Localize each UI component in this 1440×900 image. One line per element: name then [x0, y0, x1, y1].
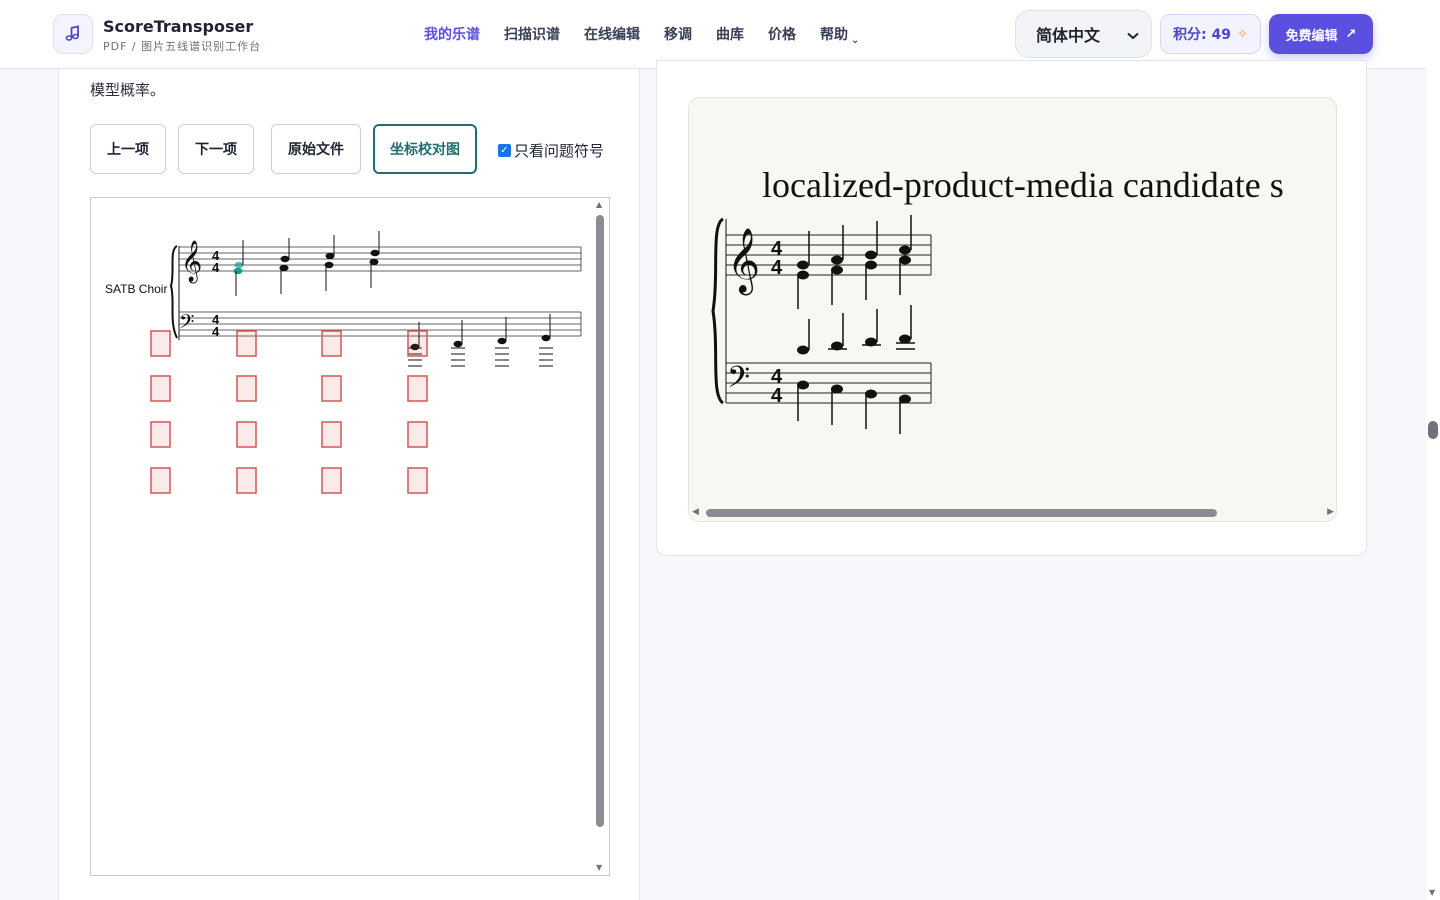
viewer-scroll-thumb[interactable]	[596, 215, 604, 827]
language-value: 简体中文	[1036, 26, 1101, 45]
page-scroll-thumb[interactable]	[1428, 421, 1438, 439]
chevron-down-icon	[1127, 25, 1139, 44]
credits-badge[interactable]: 积分: 49 ✧	[1160, 14, 1261, 54]
bass-time-sig-bottom: 4	[771, 385, 783, 407]
brand-name[interactable]: ScoreTransposer	[103, 17, 253, 36]
next-item-button[interactable]: 下一项	[178, 124, 254, 174]
issue-marker[interactable]	[321, 375, 342, 402]
scroll-down-icon[interactable]: ▼	[1429, 888, 1435, 897]
issue-marker[interactable]	[321, 421, 342, 448]
issue-marker[interactable]	[321, 467, 342, 494]
issue-marker[interactable]	[407, 421, 428, 448]
preview-score: 𝄞 4 4 𝄢 4 4	[711, 215, 932, 434]
nav-my-scores[interactable]: 我的乐谱	[424, 24, 480, 44]
preview-scroll-thumb[interactable]	[706, 509, 1217, 517]
bass-clef-icon: 𝄢	[727, 360, 750, 401]
nav-help[interactable]: 帮助 ⌄	[820, 24, 860, 46]
brand-subtitle: PDF / 图片五线谱识别工作台	[103, 40, 262, 53]
scroll-up-icon[interactable]: ▲	[596, 200, 602, 209]
overlay-viewer[interactable]: SATB Choir 𝄞 4 4 𝄢 4 4 ▲ ▼	[90, 197, 610, 876]
scroll-right-icon[interactable]: ▶	[1327, 507, 1334, 517]
issue-marker[interactable]	[236, 330, 257, 357]
top-navbar: ScoreTransposer PDF / 图片五线谱识别工作台 我的乐谱 扫描…	[0, 0, 1426, 69]
music-note-icon[interactable]	[53, 14, 93, 54]
nav-transpose[interactable]: 移调	[664, 24, 692, 44]
treble-notes	[233, 231, 380, 296]
issue-marker[interactable]	[321, 330, 342, 357]
score-preview[interactable]: localized-product-media candidate s 𝄞 4 …	[688, 97, 1337, 522]
nav-online-edit[interactable]: 在线编辑	[584, 24, 640, 44]
issue-marker[interactable]	[236, 421, 257, 448]
chevron-down-icon: ⌄	[851, 35, 860, 46]
viewer-scrollbar[interactable]: ▲ ▼	[593, 199, 607, 874]
left-panel: 模型概率。 上一项 下一项 原始文件 坐标校对图 ✓ 只看问题符号 SATB C…	[58, 69, 640, 900]
scroll-left-icon[interactable]: ◀	[692, 507, 699, 517]
issue-markers[interactable]	[150, 330, 428, 494]
original-file-button[interactable]: 原始文件	[271, 124, 361, 174]
probability-note: 模型概率。	[90, 81, 166, 99]
preview-scrollbar[interactable]: ◀ ▶	[689, 505, 1336, 521]
part-name: SATB Choir	[105, 282, 167, 296]
nav-pricing[interactable]: 价格	[768, 24, 796, 44]
issue-marker[interactable]	[150, 467, 171, 494]
overlay-view-button[interactable]: 坐标校对图	[373, 124, 477, 174]
issue-marker[interactable]	[150, 375, 171, 402]
middle-notes	[797, 305, 915, 355]
prev-item-button[interactable]: 上一项	[90, 124, 166, 174]
checkbox-checked-icon[interactable]: ✓	[498, 144, 511, 157]
right-panel: localized-product-media candidate s 𝄞 4 …	[656, 60, 1367, 556]
brace	[711, 217, 725, 405]
only-issues-label: 只看问题符号	[514, 142, 605, 160]
treble-clef-icon: 𝄞	[727, 228, 760, 295]
bass-notes	[797, 380, 911, 434]
bass-clef-icon: 𝄢	[179, 311, 194, 338]
nav-library[interactable]: 曲库	[716, 24, 744, 44]
treble-chords	[797, 215, 912, 309]
page-scrollbar[interactable]: ▼	[1426, 0, 1440, 900]
issue-marker[interactable]	[236, 467, 257, 494]
scroll-down-icon[interactable]: ▼	[596, 863, 602, 872]
overlay-score: SATB Choir 𝄞 4 4 𝄢 4 4	[105, 231, 582, 494]
credits-label: 积分: 49	[1173, 27, 1232, 43]
treble-clef-icon: 𝄞	[181, 240, 202, 283]
nav-help-label: 帮助	[820, 27, 848, 43]
bass-notes	[408, 314, 553, 367]
external-link-icon: ↗	[1345, 26, 1357, 42]
free-edit-label: 免费编辑	[1285, 28, 1338, 44]
main-nav: 我的乐谱 扫描识谱 在线编辑 移调 曲库 价格 帮助 ⌄	[424, 24, 883, 46]
time-sig-bottom: 4	[212, 260, 220, 275]
logo-glyph	[65, 25, 79, 41]
issue-marker[interactable]	[407, 375, 428, 402]
issue-marker[interactable]	[236, 375, 257, 402]
brace	[169, 245, 178, 339]
issue-marker[interactable]	[150, 421, 171, 448]
time-sig-bottom: 4	[771, 257, 783, 279]
only-issues-toggle[interactable]: ✓ 只看问题符号	[498, 140, 604, 161]
issue-marker[interactable]	[150, 330, 171, 357]
language-select[interactable]: 简体中文	[1015, 10, 1152, 58]
preview-title: localized-product-media candidate s	[762, 165, 1284, 205]
bass-time-sig-bottom: 4	[212, 324, 220, 339]
issue-marker[interactable]	[407, 330, 428, 357]
sparkle-icon: ✧	[1237, 26, 1248, 42]
free-edit-button[interactable]: 免费编辑 ↗	[1269, 14, 1373, 54]
nav-scan[interactable]: 扫描识谱	[504, 24, 560, 44]
issue-marker[interactable]	[407, 467, 428, 494]
